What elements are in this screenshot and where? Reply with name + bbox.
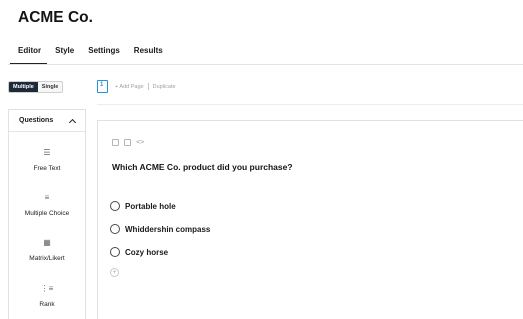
page-number: 1 — [100, 82, 104, 88]
radio-button[interactable] — [110, 247, 120, 257]
radio-button[interactable] — [110, 201, 120, 211]
answer-option[interactable]: Cozy horse — [110, 247, 168, 257]
question-canvas: <> Which ACME Co. product did you purcha… — [97, 120, 523, 319]
tabs-divider — [8, 64, 523, 65]
question-title[interactable]: Which ACME Co. product did you purchase? — [112, 162, 293, 172]
radio-button[interactable] — [110, 224, 120, 234]
mode-multiple-button[interactable]: Multiple — [9, 82, 38, 92]
sidebar-header[interactable]: Questions — [9, 110, 85, 132]
tab-settings[interactable]: Settings — [88, 46, 120, 66]
answer-option[interactable]: Portable hole — [110, 201, 176, 211]
question-type-label: Free Text — [33, 165, 61, 172]
page-number-icon[interactable]: 1 — [97, 80, 108, 93]
code-icon[interactable]: <> — [136, 139, 144, 146]
tab-style[interactable]: Style — [55, 46, 74, 66]
image-icon[interactable] — [112, 139, 119, 146]
media-icon[interactable] — [124, 139, 131, 146]
add-page-link[interactable]: + Add Page — [115, 84, 144, 90]
list-icon: ≡ — [44, 193, 50, 202]
main-tabs: Editor Style Settings Results — [9, 46, 177, 66]
question-type-label: Rank — [39, 301, 55, 308]
mode-single-button[interactable]: Single — [37, 82, 63, 92]
response-mode-toggle: Multiple Single — [8, 81, 64, 93]
question-type-free-text[interactable]: ☰ Free Text — [9, 148, 85, 172]
chevron-up-icon[interactable] — [68, 118, 77, 126]
text-lines-icon: ☰ — [43, 148, 51, 157]
question-types-sidebar: Questions ☰ Free Text ≡ Multiple Choice … — [8, 109, 86, 319]
actions-separator — [147, 83, 149, 90]
ranked-list-icon: ⋮≡ — [40, 284, 54, 293]
duplicate-link[interactable]: Duplicate — [153, 84, 176, 90]
add-circle-icon[interactable]: + — [110, 268, 119, 277]
question-type-multiple-choice[interactable]: ≡ Multiple Choice — [9, 193, 85, 217]
question-type-label: Multiple Choice — [24, 210, 70, 217]
answer-option-label[interactable]: Portable hole — [125, 202, 176, 211]
app-title: ACME Co. — [18, 9, 93, 26]
tab-editor[interactable]: Editor — [9, 46, 48, 66]
question-type-matrix-likert[interactable]: ▦ Matrix/Likert — [9, 238, 85, 262]
answer-option[interactable]: Whiddershin compass — [110, 224, 210, 234]
sidebar-title: Questions — [19, 117, 54, 124]
answer-option-label[interactable]: Whiddershin compass — [125, 225, 210, 234]
question-toolbar: <> — [112, 139, 144, 146]
answer-option-label[interactable]: Cozy horse — [125, 248, 168, 257]
matrix-icon: ▦ — [43, 238, 51, 247]
page-actions: + Add Page Duplicate — [115, 83, 176, 90]
canvas-top-divider — [97, 104, 523, 105]
question-type-label: Matrix/Likert — [29, 255, 65, 262]
question-type-rank[interactable]: ⋮≡ Rank — [9, 284, 85, 308]
tab-results[interactable]: Results — [134, 46, 163, 66]
